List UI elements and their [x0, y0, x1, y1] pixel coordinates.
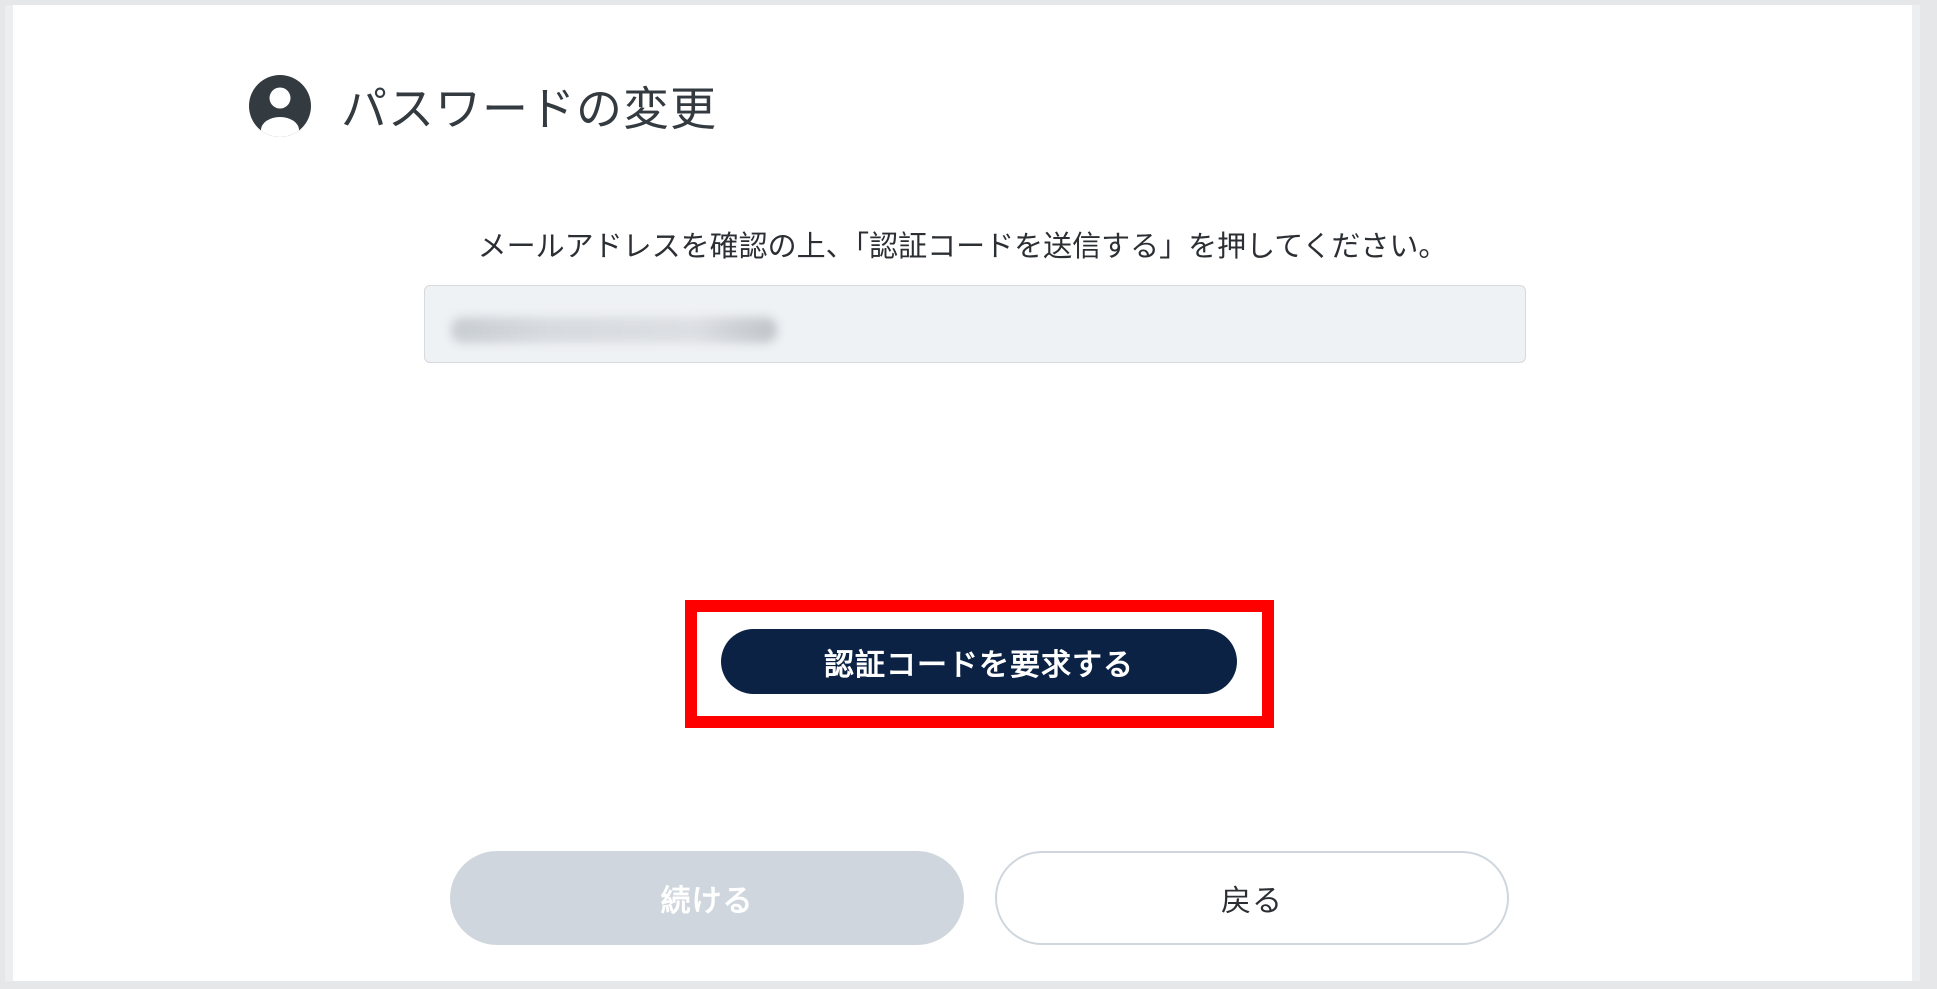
page-container: パスワードの変更 メールアドレスを確認の上、「認証コードを送信する」を押してくだ… [5, 5, 1920, 981]
back-button[interactable]: 戻る [995, 851, 1509, 945]
page-header: パスワードの変更 [249, 73, 717, 139]
user-circle-icon [249, 75, 311, 137]
instruction-text: メールアドレスを確認の上、「認証コードを送信する」を押してください。 [477, 229, 1448, 263]
request-code-button[interactable]: 認証コードを要求する [721, 629, 1237, 694]
continue-button[interactable]: 続ける [450, 851, 964, 945]
email-field[interactable] [424, 285, 1526, 363]
page-title: パスワードの変更 [341, 82, 717, 136]
